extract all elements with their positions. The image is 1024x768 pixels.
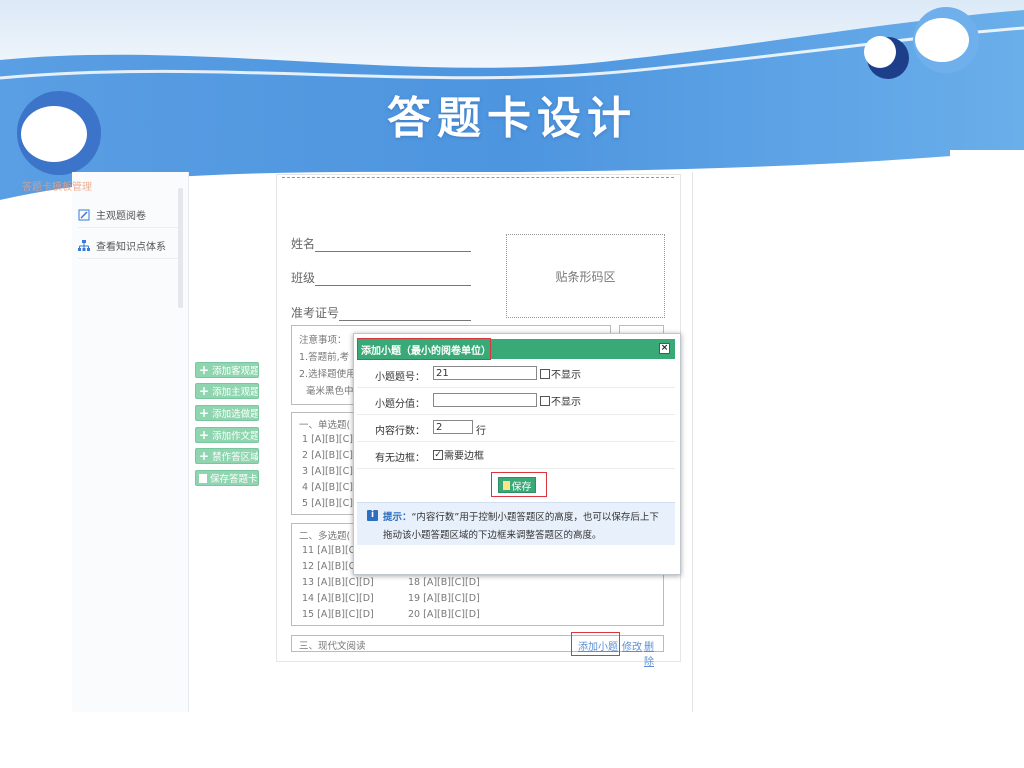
content-lines-input[interactable] [433, 420, 473, 434]
highlight-add-subquestion [571, 632, 620, 656]
edit-icon [78, 209, 90, 220]
slide-title: 答题卡设计 [387, 93, 637, 144]
nav-header-faded: 答题卡模板管理 [22, 182, 92, 193]
close-icon[interactable]: × [659, 343, 670, 354]
row-score: 小题分值： 不显示 [357, 388, 675, 415]
plus-icon: + [199, 449, 210, 463]
highlight-dialog-title [357, 338, 491, 360]
nav-item-label: 主观题阅卷 [96, 211, 146, 222]
nav-item-label: 查看知识点体系 [96, 242, 166, 253]
plus-icon: + [199, 406, 210, 420]
add-optional-button[interactable]: + 添加选做题 [195, 405, 259, 421]
lines-unit: 行 [476, 426, 486, 437]
add-essay-button[interactable]: + 添加作文题 [195, 427, 259, 443]
sheet-top-dash [282, 177, 674, 178]
delete-link[interactable]: 删除 [644, 638, 663, 668]
tip-line-2: 拖动该小题答题区域的下边框来调整答题区的高度。 [383, 530, 602, 541]
nav-item-subjective-marking[interactable]: 主观题阅卷 [78, 207, 178, 228]
hide-score-checkbox[interactable]: 不显示 [540, 393, 581, 408]
need-border-checkbox[interactable]: ✓ 需要边框 [433, 447, 484, 462]
exam-no-field: 准考证号 [291, 304, 472, 321]
checkmark-icon: ✓ [433, 449, 443, 460]
add-objective-button[interactable]: + 添加客观题 [195, 362, 259, 378]
plus-icon: + [199, 428, 210, 442]
name-field: 姓名 [291, 235, 472, 252]
tip-keyword: 提示： [383, 512, 412, 523]
save-answer-sheet-button[interactable]: 保存答题卡 [195, 470, 259, 486]
no-answer-area-button[interactable]: + 禁作答区域 [195, 448, 259, 464]
left-nav-scrollbar[interactable] [178, 188, 183, 308]
row-number: 小题题号： 不显示 [357, 361, 675, 388]
nav-item-knowledge-tree[interactable]: 查看知识点体系 [78, 238, 178, 259]
tip-box: i 提示：“内容行数”用于控制小题答题区的高度，也可以保存后上下 拖动该小题答题… [357, 502, 675, 545]
hide-number-checkbox[interactable]: 不显示 [540, 366, 581, 381]
save-icon [199, 473, 207, 483]
edit-link[interactable]: 修改 [622, 638, 642, 653]
right-divider [692, 172, 693, 712]
row-border: 有无边框： ✓ 需要边框 [357, 442, 675, 469]
tree-icon [78, 239, 90, 251]
tip-line-1: “内容行数”用于控制小题答题区的高度，也可以保存后上下 [411, 512, 659, 523]
subquestion-number-input[interactable] [433, 366, 537, 380]
class-field: 班级 [291, 269, 472, 286]
info-icon: i [367, 510, 378, 521]
plus-icon: + [199, 363, 210, 377]
row-lines: 内容行数： 行 [357, 415, 675, 442]
subquestion-score-input[interactable] [433, 393, 537, 407]
barcode-area: 贴条形码区 [506, 234, 665, 318]
add-subjective-button[interactable]: + 添加主观题 [195, 383, 259, 399]
add-subquestion-dialog: 添加小题（最小的阅卷单位） × 小题题号： 不显示 小题分值： 不显示 内容行数… [353, 333, 681, 575]
plus-icon: + [199, 384, 210, 398]
highlight-save-button [491, 472, 547, 497]
